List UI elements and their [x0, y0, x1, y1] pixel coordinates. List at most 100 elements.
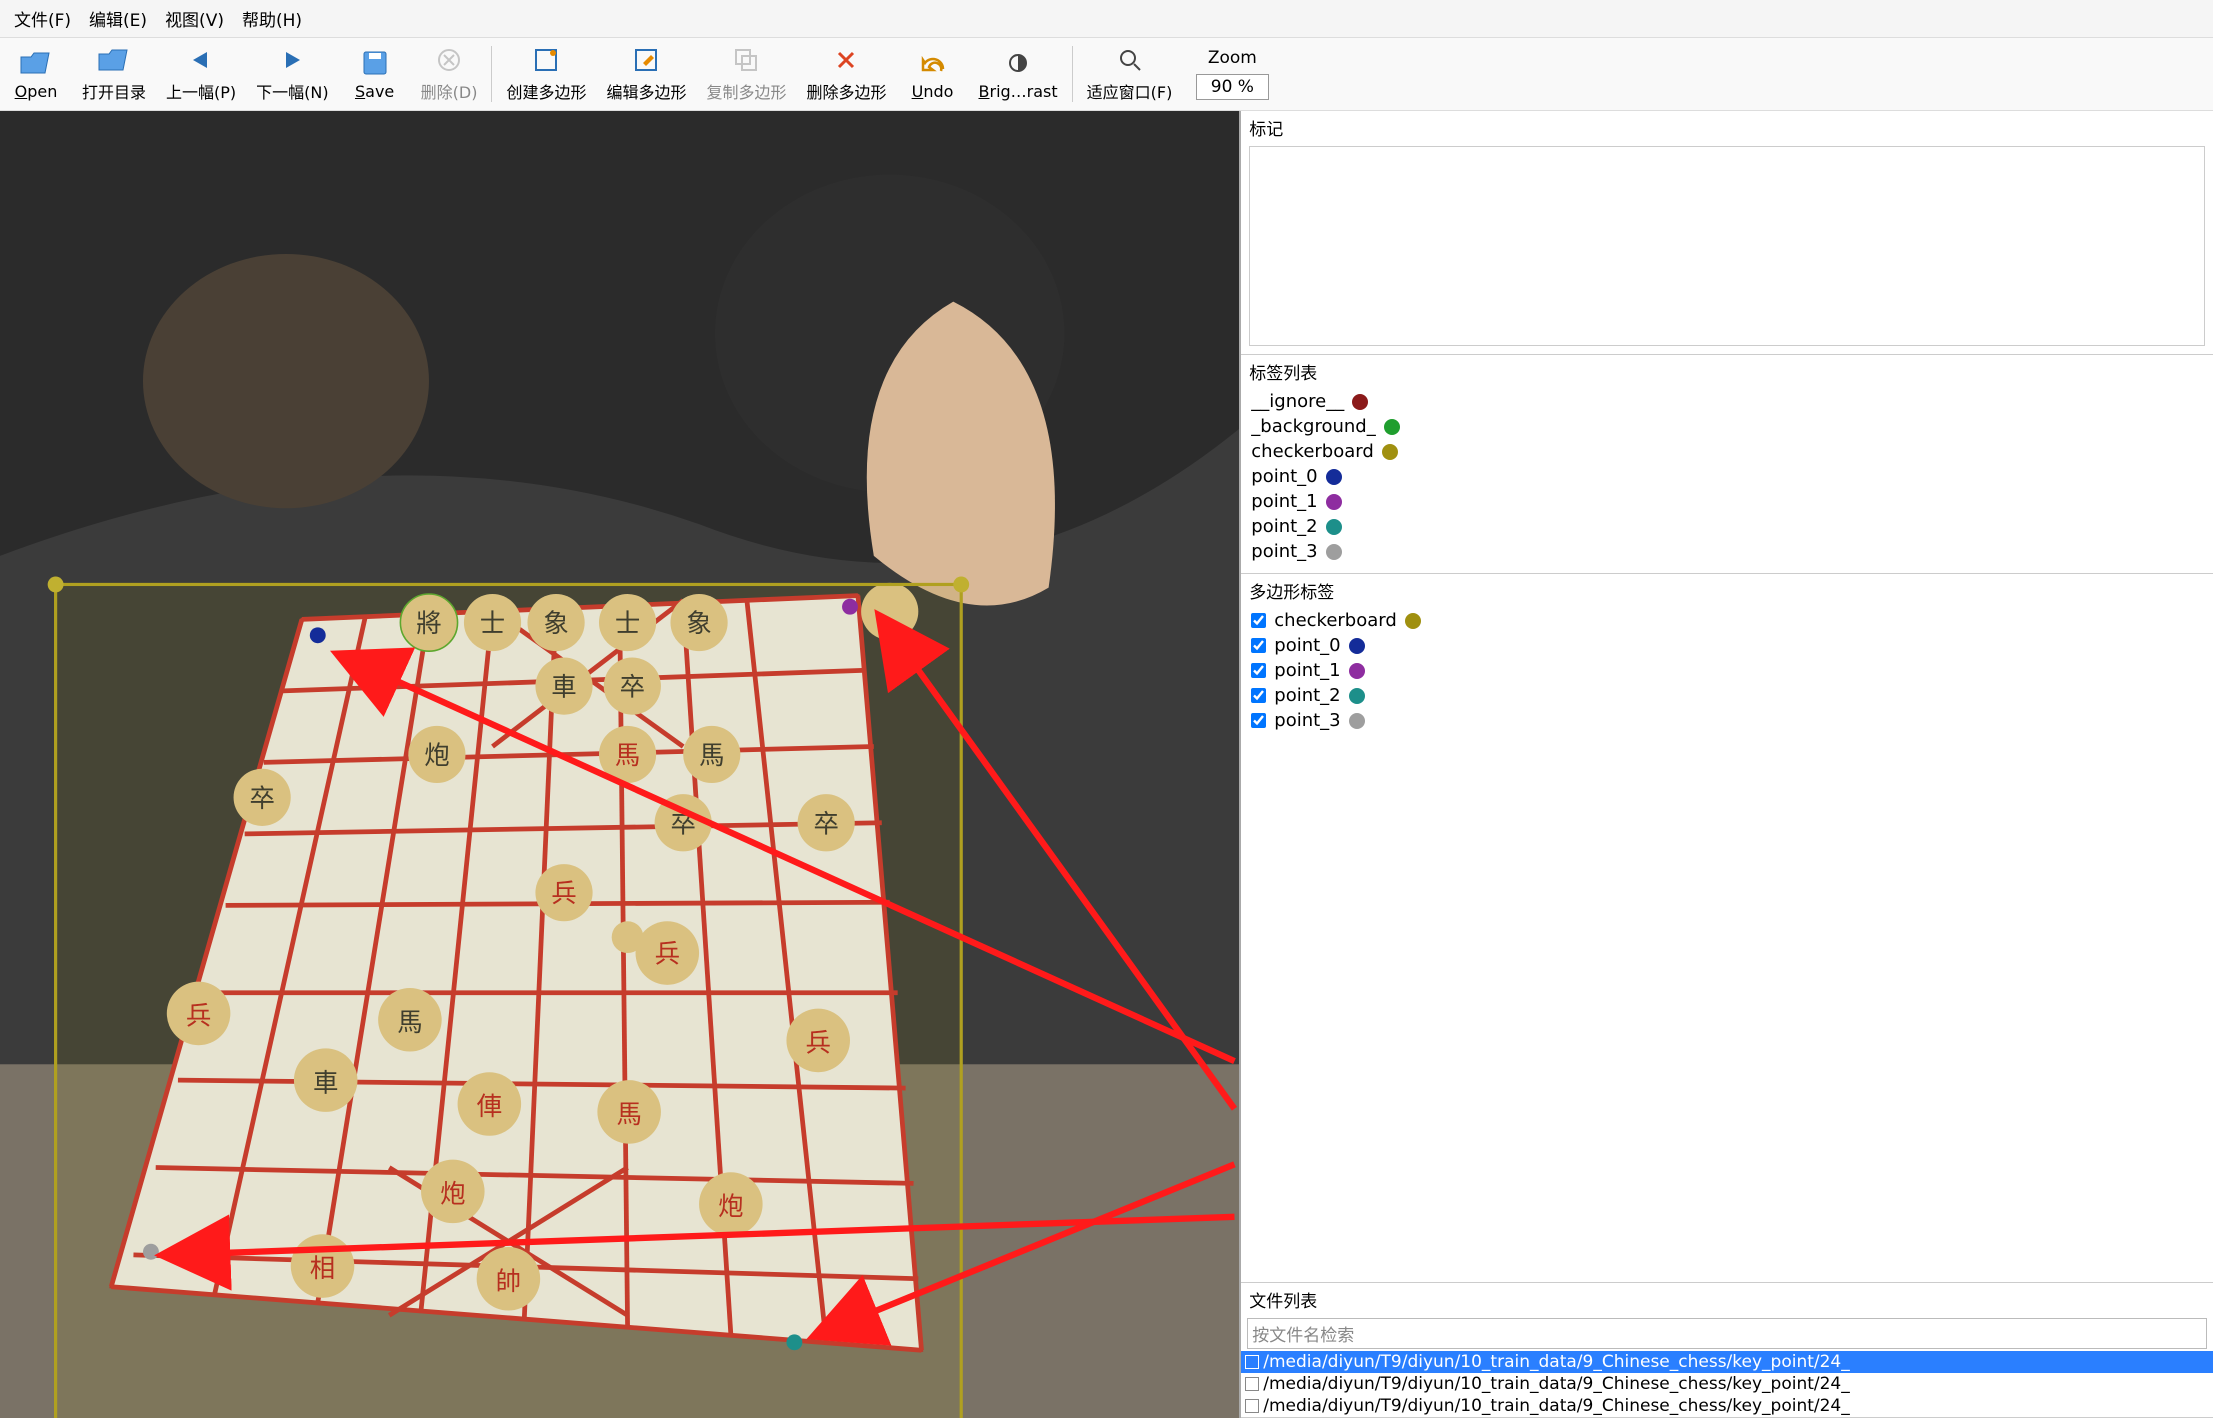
- label-item[interactable]: _background_: [1249, 415, 2205, 438]
- delete-poly-label: 删除多边形: [806, 79, 886, 103]
- label-name: point_1: [1251, 491, 1317, 512]
- label-name: _background_: [1251, 416, 1375, 437]
- copy-poly-button: 复制多边形: [696, 38, 796, 110]
- right-panel: 标记 标签列表 __ignore__ _background_ checkerboa…: [1239, 111, 2213, 1418]
- zoom-value[interactable]: 90 %: [1196, 74, 1269, 100]
- poly-checkbox[interactable]: [1251, 663, 1266, 678]
- delete-label: 删除(D): [421, 79, 478, 103]
- poly-label-item[interactable]: checkerboard: [1249, 609, 2205, 632]
- flags-title: 标记: [1241, 111, 2213, 144]
- open-folder-icon: [19, 48, 53, 78]
- poly-label-name: point_0: [1274, 635, 1340, 656]
- menu-view[interactable]: 视图(V): [159, 4, 230, 33]
- poly-checkbox[interactable]: [1251, 713, 1266, 728]
- label-item[interactable]: __ignore__: [1249, 390, 2205, 413]
- poly-checkbox[interactable]: [1251, 638, 1266, 653]
- menu-edit[interactable]: 编辑(E): [83, 4, 153, 33]
- polygon-create-icon: [533, 45, 559, 75]
- poly-label-item[interactable]: point_0: [1249, 634, 2205, 657]
- poly-checkbox[interactable]: [1251, 613, 1266, 628]
- color-dot-icon: [1352, 394, 1368, 410]
- file-list-panel: 文件列表 按文件名检索 /media/diyun/T9/diyun/10_tra…: [1241, 1283, 2213, 1418]
- menu-file[interactable]: 文件(F): [8, 4, 77, 33]
- file-list[interactable]: /media/diyun/T9/diyun/10_train_data/9_Ch…: [1241, 1351, 2213, 1417]
- delete-button: 删除(D): [411, 38, 488, 110]
- color-dot-icon: [1382, 444, 1398, 460]
- brightness-icon: [1005, 48, 1031, 78]
- flags-panel: 标记: [1241, 111, 2213, 355]
- color-dot-icon: [1349, 713, 1365, 729]
- next-label: 下一幅(N): [256, 79, 328, 103]
- copy-poly-label: 复制多边形: [706, 79, 786, 103]
- label-list[interactable]: __ignore__ _background_ checkerboard point_…: [1241, 388, 2213, 573]
- undo-button[interactable]: Undo: [897, 38, 969, 110]
- color-dot-icon: [1349, 688, 1365, 704]
- open-dir-button[interactable]: 打开目录: [72, 38, 156, 110]
- prev-label: 上一幅(P): [166, 79, 236, 103]
- flags-list[interactable]: [1249, 146, 2205, 346]
- file-checkbox[interactable]: [1245, 1399, 1259, 1413]
- open-button[interactable]: Open: [0, 38, 72, 110]
- poly-labels-title: 多边形标签: [1241, 574, 2213, 607]
- zoom-widget: Zoom 90 %: [1182, 38, 1282, 110]
- file-item[interactable]: /media/diyun/T9/diyun/10_train_data/9_Ch…: [1241, 1373, 2213, 1395]
- poly-label-item[interactable]: point_1: [1249, 659, 2205, 682]
- brightness-contrast-button[interactable]: Brig…rast: [969, 38, 1068, 110]
- folder-icon: [97, 45, 131, 75]
- color-dot-icon: [1349, 663, 1365, 679]
- color-dot-icon: [1349, 638, 1365, 654]
- file-path: /media/diyun/T9/diyun/10_train_data/9_Ch…: [1263, 1374, 1849, 1394]
- zoom-fit-icon: [1117, 45, 1143, 75]
- label-list-title: 标签列表: [1241, 355, 2213, 388]
- color-dot-icon: [1326, 494, 1342, 510]
- file-item[interactable]: /media/diyun/T9/diyun/10_train_data/9_Ch…: [1241, 1351, 2213, 1373]
- separator: [491, 46, 492, 102]
- zoom-label: Zoom: [1208, 48, 1257, 68]
- label-name: checkerboard: [1251, 441, 1374, 462]
- edit-poly-label: 编辑多边形: [606, 79, 686, 103]
- copy-icon: [733, 45, 759, 75]
- poly-label-item[interactable]: point_2: [1249, 684, 2205, 707]
- poly-label-name: checkerboard: [1274, 610, 1397, 631]
- label-list-panel: 标签列表 __ignore__ _background_ checkerboard p…: [1241, 355, 2213, 574]
- label-item[interactable]: checkerboard: [1249, 440, 2205, 463]
- poly-checkbox[interactable]: [1251, 688, 1266, 703]
- label-item[interactable]: point_3: [1249, 540, 2205, 563]
- canvas-area[interactable]: 將 士 象 士 象 車 卒 炮 馬 馬 卒 卒 卒 兵 兵 兵 馬 兵 車: [0, 111, 1239, 1418]
- poly-label-name: point_2: [1274, 685, 1340, 706]
- file-checkbox[interactable]: [1245, 1355, 1259, 1369]
- main: 將 士 象 士 象 車 卒 炮 馬 馬 卒 卒 卒 兵 兵 兵 馬 兵 車: [0, 111, 2213, 1418]
- prev-button[interactable]: 上一幅(P): [156, 38, 246, 110]
- floppy-icon: [362, 48, 388, 78]
- label-name: point_0: [1251, 466, 1317, 487]
- arrow-right-icon: [278, 45, 306, 75]
- delete-poly-button[interactable]: 删除多边形: [796, 38, 896, 110]
- poly-label-name: point_1: [1274, 660, 1340, 681]
- poly-label-list[interactable]: checkerboard point_0 point_1 point_2 point_3: [1241, 607, 2213, 1282]
- arrow-left-icon: [187, 45, 215, 75]
- poly-labels-panel: 多边形标签 checkerboard point_0 point_1 point_2p…: [1241, 574, 2213, 1283]
- label-item[interactable]: point_2: [1249, 515, 2205, 538]
- file-checkbox[interactable]: [1245, 1377, 1259, 1391]
- delete-icon: [437, 45, 461, 75]
- edit-poly-button[interactable]: 编辑多边形: [596, 38, 696, 110]
- save-button[interactable]: Save: [339, 38, 411, 110]
- toolbar: Open 打开目录 上一幅(P) 下一幅(N) Save 删除(D): [0, 38, 2213, 111]
- label-item[interactable]: point_0: [1249, 465, 2205, 488]
- label-item[interactable]: point_1: [1249, 490, 2205, 513]
- undo-icon: [919, 48, 947, 78]
- fit-label: 适应窗口(F): [1087, 79, 1173, 103]
- polygon-edit-icon: [633, 45, 659, 75]
- create-poly-button[interactable]: 创建多边形: [496, 38, 596, 110]
- poly-label-item[interactable]: point_3: [1249, 709, 2205, 732]
- menubar: 文件(F) 编辑(E) 视图(V) 帮助(H): [0, 0, 2213, 38]
- file-search-input[interactable]: 按文件名检索: [1247, 1318, 2207, 1349]
- menu-help[interactable]: 帮助(H): [236, 4, 308, 33]
- color-dot-icon: [1405, 613, 1421, 629]
- label-name: point_3: [1251, 541, 1317, 562]
- next-button[interactable]: 下一幅(N): [246, 38, 338, 110]
- delete-poly-icon: [834, 45, 858, 75]
- fit-window-button[interactable]: 适应窗口(F): [1077, 38, 1183, 110]
- file-item[interactable]: /media/diyun/T9/diyun/10_train_data/9_Ch…: [1241, 1395, 2213, 1417]
- open-dir-label: 打开目录: [82, 79, 146, 103]
